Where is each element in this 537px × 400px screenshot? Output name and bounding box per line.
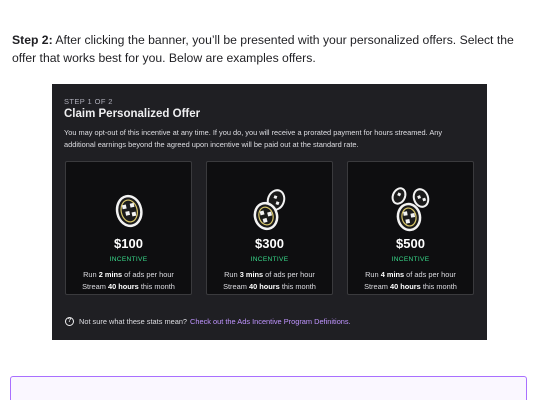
incentive-badge: INCENTIVE <box>109 256 148 263</box>
question-icon: ? <box>65 317 74 326</box>
ads-requirement: Run 4 mins of ads per hour <box>365 270 456 279</box>
dialog-title: Claim Personalized Offer <box>64 108 201 120</box>
offer-dialog-screenshot: STEP 1 OF 2 Claim Personalized Offer You… <box>52 84 487 340</box>
offer-card-500[interactable]: $500 INCENTIVE Run 4 mins of ads per hou… <box>347 161 474 295</box>
offer-card-100[interactable]: $100 INCENTIVE Run 2 mins of ads per hou… <box>65 161 192 295</box>
ads-requirement: Run 2 mins of ads per hour <box>83 270 174 279</box>
offer-amount: $100 <box>114 236 143 251</box>
offer-card-300[interactable]: $300 INCENTIVE Run 3 mins of ads per hou… <box>206 161 333 295</box>
step-counter: STEP 1 OF 2 <box>64 97 113 106</box>
callout-box <box>10 376 527 400</box>
stream-requirement: Stream 40 hours this month <box>364 282 457 291</box>
stream-requirement: Stream 40 hours this month <box>82 282 175 291</box>
incentive-badge: INCENTIVE <box>391 256 430 263</box>
stream-requirement: Stream 40 hours this month <box>223 282 316 291</box>
step-description: After clicking the banner, you’ll be pre… <box>12 33 514 65</box>
ads-requirement: Run 3 mins of ads per hour <box>224 270 315 279</box>
single-coin-icon <box>66 184 191 234</box>
double-coin-icon <box>207 184 332 234</box>
dialog-description: You may opt-out of this incentive at any… <box>64 128 443 149</box>
help-row: ? Not sure what these stats mean? Check … <box>65 317 351 326</box>
offer-amount: $500 <box>396 236 425 251</box>
program-definitions-link[interactable]: Check out the Ads Incentive Program Defi… <box>190 317 351 326</box>
step-label: Step 2: <box>12 33 53 47</box>
offer-amount: $300 <box>255 236 284 251</box>
triple-coin-icon <box>348 184 473 234</box>
step-instructions: Step 2: After clicking the banner, you’l… <box>12 31 522 67</box>
help-text: Not sure what these stats mean? <box>79 317 188 326</box>
incentive-badge: INCENTIVE <box>250 256 289 263</box>
